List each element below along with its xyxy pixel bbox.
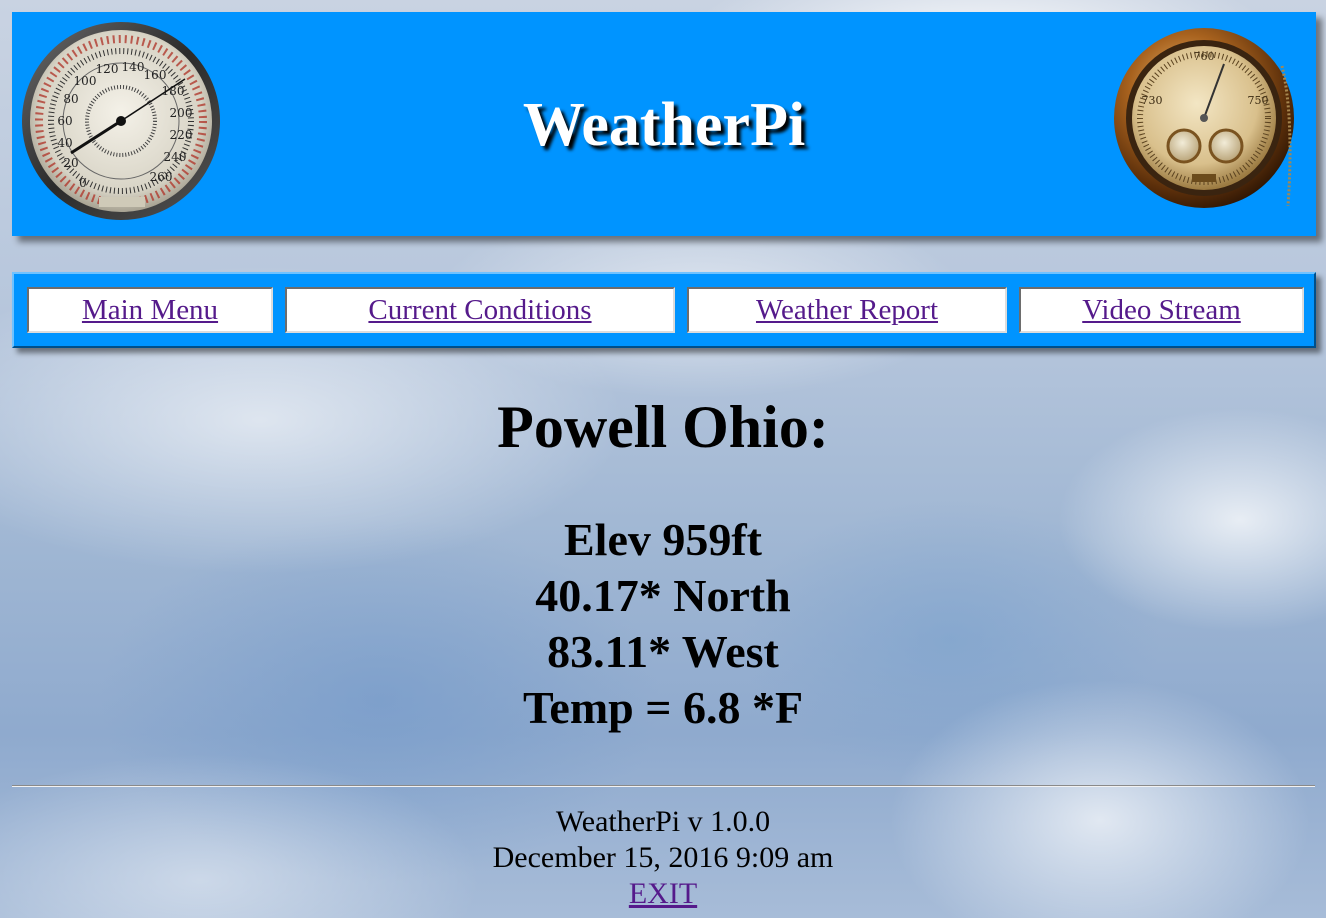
nav-cell-weather-report: Weather Report xyxy=(687,287,1007,333)
datetime-text: December 15, 2016 9:09 am xyxy=(492,841,834,874)
svg-text:100: 100 xyxy=(74,74,97,88)
nav-cell-current-conditions: Current Conditions xyxy=(285,287,675,333)
nav-link-main-menu[interactable]: Main Menu xyxy=(82,294,218,326)
elevation-text: Elev 959ft xyxy=(563,514,762,565)
nav-cell-main-menu: Main Menu xyxy=(27,287,273,333)
station-info: Elev 959ft 40.17* North 83.11* West Temp… xyxy=(0,512,1326,736)
svg-text:260: 260 xyxy=(150,170,173,184)
footer-divider xyxy=(12,785,1315,787)
header-banner: 0 20 40 60 80 100 120 140 160 180 200 22… xyxy=(12,12,1316,236)
svg-text:730: 730 xyxy=(1142,94,1163,107)
svg-text:160: 160 xyxy=(144,68,167,82)
footer: WeatherPi v 1.0.0 December 15, 2016 9:09… xyxy=(0,804,1326,912)
svg-text:120: 120 xyxy=(96,62,119,76)
longitude-text: 83.11* West xyxy=(547,626,779,677)
svg-text:750: 750 xyxy=(1248,94,1269,107)
exit-link[interactable]: EXIT xyxy=(629,877,697,910)
location-heading: Powell Ohio: xyxy=(497,394,829,460)
svg-text:760: 760 xyxy=(1194,50,1215,63)
svg-text:0: 0 xyxy=(79,176,87,190)
latitude-text: 40.17* North xyxy=(535,570,791,621)
nav-link-current-conditions[interactable]: Current Conditions xyxy=(368,294,591,326)
barometer-icon: 760 730 750 xyxy=(1114,28,1294,208)
nav-cell-video-stream: Video Stream xyxy=(1019,287,1304,333)
main-nav: Main Menu Current Conditions Weather Rep… xyxy=(12,272,1316,348)
nav-link-video-stream[interactable]: Video Stream xyxy=(1082,294,1241,326)
temperature-text: Temp = 6.8 *F xyxy=(522,682,804,733)
nav-link-weather-report[interactable]: Weather Report xyxy=(756,294,938,326)
version-text: WeatherPi v 1.0.0 xyxy=(555,805,771,838)
exit-link-wrap: EXIT xyxy=(0,876,1326,912)
svg-text:140: 140 xyxy=(122,60,145,74)
